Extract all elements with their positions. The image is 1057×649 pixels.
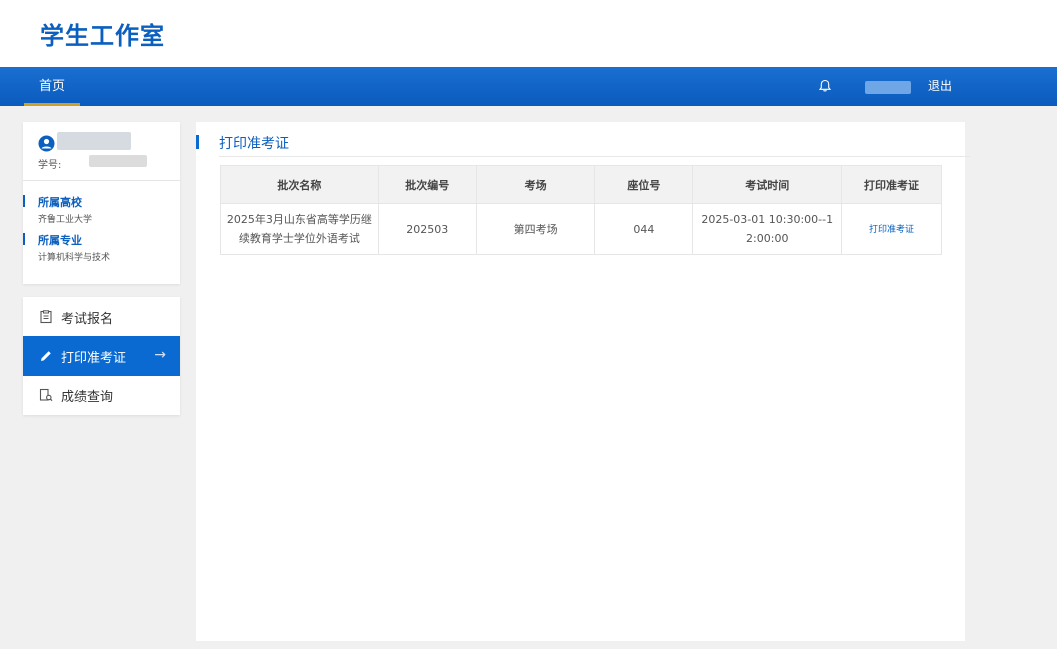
exam-table: 批次名称 批次编号 考场 座位号 考试时间 打印准考证 2025年3月山东省高等… xyxy=(220,165,942,255)
menu-item-score-query[interactable]: 成绩查询 xyxy=(23,375,180,415)
title-divider xyxy=(219,156,970,157)
main-panel: 打印准考证 批次名称 批次编号 考场 座位号 考试时间 打印准考证 2025年3… xyxy=(196,122,970,641)
nav-home-tab[interactable]: 首页 xyxy=(24,67,80,106)
student-id-redacted xyxy=(89,155,147,167)
menu-item-label: 成绩查询 xyxy=(61,389,114,405)
school-label: 所属高校 xyxy=(23,195,82,209)
profile-card: 学号: 所属高校 齐鲁工业大学 所属专业 计算机科学与技术 xyxy=(23,122,180,284)
username-redacted xyxy=(865,81,911,94)
side-menu: 考试报名 打印准考证 → 成绩查询 xyxy=(23,297,180,415)
bell-icon[interactable] xyxy=(818,79,832,93)
time-cell: 2025-03-01 10:30:00--12:00:00 xyxy=(692,203,843,255)
print-ticket-link[interactable]: 打印准考证 xyxy=(869,225,914,235)
print-ticket-cell: 打印准考证 xyxy=(841,203,942,255)
major-value: 计算机科学与技术 xyxy=(38,253,111,263)
top-header: 学生工作室 xyxy=(0,0,1057,67)
school-value: 齐鲁工业大学 xyxy=(38,215,93,225)
student-id-label: 学号: xyxy=(38,160,62,171)
table-row: 2025年3月山东省高等学历继续教育学士学位外语考试 202503 第四考场 0… xyxy=(220,203,942,255)
user-avatar-icon xyxy=(38,135,55,152)
batch-name-cell: 2025年3月山东省高等学历继续教育学士学位外语考试 xyxy=(220,203,379,255)
menu-item-label: 打印准考证 xyxy=(61,350,127,366)
column-header: 座位号 xyxy=(594,165,694,204)
navbar: 首页 退出 xyxy=(0,67,1057,106)
title-accent-bar xyxy=(196,135,199,149)
major-label: 所属专业 xyxy=(23,233,82,247)
room-cell: 第四考场 xyxy=(475,203,596,255)
site-title: 学生工作室 xyxy=(40,22,165,50)
column-header: 考场 xyxy=(475,165,596,204)
column-header: 打印准考证 xyxy=(841,165,942,204)
clipboard-icon xyxy=(40,310,52,324)
arrow-right-icon: → xyxy=(154,347,166,363)
page-title: 打印准考证 xyxy=(219,136,289,152)
column-header: 批次编号 xyxy=(377,165,477,204)
column-header: 批次名称 xyxy=(220,165,379,204)
column-header: 考试时间 xyxy=(692,165,843,204)
profile-divider xyxy=(23,180,180,181)
table-header-row: 批次名称 批次编号 考场 座位号 考试时间 打印准考证 xyxy=(220,165,942,204)
pencil-icon xyxy=(41,351,51,361)
student-name-redacted xyxy=(57,132,131,150)
logout-link[interactable]: 退出 xyxy=(928,67,952,106)
batch-no-cell: 202503 xyxy=(377,203,477,255)
menu-item-print-ticket[interactable]: 打印准考证 → xyxy=(23,336,180,376)
menu-item-label: 考试报名 xyxy=(61,311,114,327)
seat-cell: 044 xyxy=(594,203,694,255)
menu-item-exam-register[interactable]: 考试报名 xyxy=(23,297,180,337)
search-document-icon xyxy=(39,388,53,402)
